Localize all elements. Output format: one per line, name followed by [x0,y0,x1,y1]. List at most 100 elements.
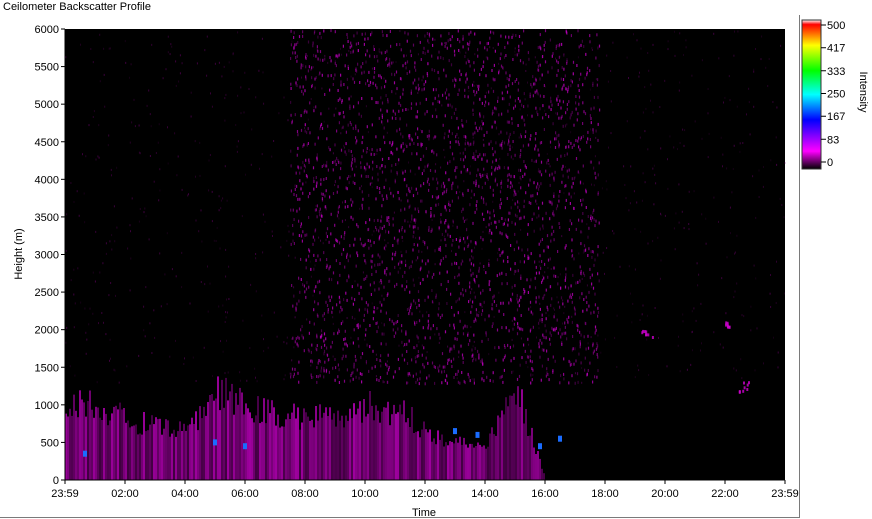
noise-cell [491,303,493,307]
boundary-layer-cell [79,390,81,480]
noise-cell [595,219,597,223]
noise-cell [307,118,309,121]
noise-cell [398,344,400,347]
noise-cell [571,315,573,318]
noise-cell [567,88,569,92]
noise-cell [483,115,485,119]
noise-cell [344,337,346,341]
noise-cell [557,301,559,304]
noise-cell [387,63,389,67]
noise-cell [394,370,396,374]
noise-cell [357,254,359,258]
noise-cell [226,298,227,301]
noise-cell [308,249,311,253]
boundary-layer-cell [321,417,323,480]
noise-cell [598,221,600,225]
noise-cell [586,66,589,70]
noise-cell [550,234,552,237]
noise-cell [597,355,599,359]
noise-cell [496,328,499,332]
noise-cell [501,271,503,275]
noise-cell [320,124,322,128]
noise-cell [449,203,451,207]
noise-cell [406,362,409,365]
noise-cell [130,63,132,66]
noise-cell [70,279,72,282]
noise-cell [350,41,352,45]
noise-cell [407,32,409,36]
noise-cell [575,227,577,231]
noise-cell [386,109,388,113]
noise-cell [473,80,475,83]
noise-cell [458,142,460,146]
noise-cell [310,98,312,100]
boundary-layer-cell [151,415,153,480]
noise-cell [394,284,396,288]
noise-cell [647,148,649,151]
noise-cell [494,49,496,53]
noise-cell [298,276,300,280]
noise-cell [302,160,304,164]
noise-cell [158,199,160,202]
noise-cell [408,161,409,164]
noise-cell [480,174,482,177]
noise-cell [508,135,510,139]
noise-cell [579,148,581,152]
noise-cell [92,116,94,118]
noise-cell [377,325,379,329]
noise-cell [459,152,461,155]
noise-cell [363,42,365,46]
noise-cell [332,366,334,370]
noise-cell [361,206,363,210]
noise-cell [523,105,525,109]
noise-cell [263,102,265,105]
noise-cell [240,112,242,115]
noise-cell [428,323,430,327]
noise-cell [650,99,651,102]
noise-cell [404,259,407,263]
noise-cell [378,50,380,53]
noise-cell [518,136,520,139]
noise-cell [568,228,570,231]
noise-cell [369,239,371,243]
noise-cell [424,298,426,302]
noise-cell [507,184,509,188]
noise-cell [441,104,443,107]
noise-cell [473,61,475,65]
noise-cell [426,134,428,138]
noise-cell [498,247,500,251]
noise-cell [630,292,631,295]
noise-cell [491,112,493,116]
noise-cell [129,289,131,292]
noise-cell [201,240,203,243]
noise-cell [407,199,409,203]
noise-cell [325,300,327,304]
boundary-layer-cell [537,451,539,480]
noise-cell [610,70,612,72]
boundary-layer-cell [343,427,345,480]
boundary-layer-cell [145,431,147,480]
noise-cell [378,74,380,78]
noise-cell [383,135,385,139]
noise-cell [343,146,345,149]
noise-cell [393,334,395,338]
boundary-layer-cell [283,426,285,480]
noise-cell [594,375,596,379]
noise-cell [581,367,583,369]
noise-cell [345,142,347,146]
noise-cell [360,242,362,246]
noise-cell [565,198,567,202]
noise-cell [298,207,301,211]
boundary-layer-cell [541,468,543,480]
noise-cell [329,195,331,199]
noise-cell [585,322,587,326]
noise-cell [455,191,458,195]
noise-cell [555,207,558,211]
noise-cell [449,209,451,212]
noise-cell [395,92,397,95]
noise-cell [688,223,690,225]
noise-cell [317,57,319,61]
noise-cell [222,197,224,200]
noise-cell [523,199,525,203]
noise-cell [305,266,307,270]
